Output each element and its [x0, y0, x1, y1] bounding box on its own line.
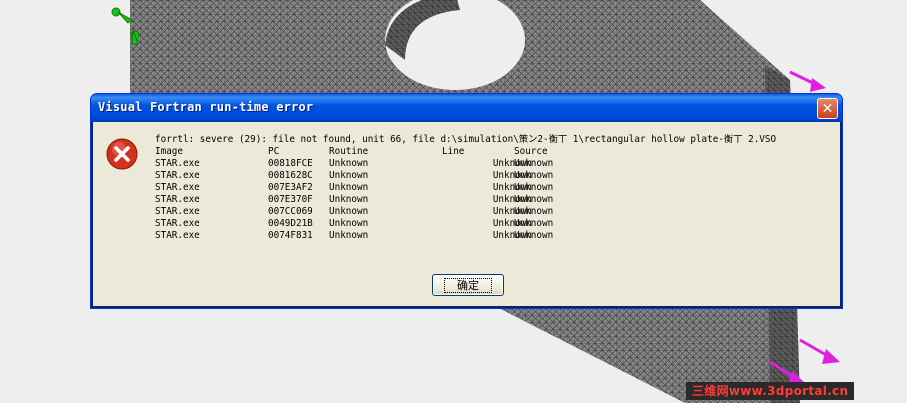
source-cell: Unknown — [514, 182, 554, 193]
runtime-error-dialog: Visual Fortran run-time error ✕ forrtl: … — [90, 93, 843, 309]
ok-button[interactable]: 确定 — [432, 274, 504, 296]
image-cell: STAR.exe — [155, 170, 200, 181]
source-cell: Unknown — [514, 194, 554, 205]
routine-cell: Unknown — [329, 206, 369, 217]
source-cell: Unknown — [514, 206, 554, 217]
image-cell: STAR.exe — [155, 206, 200, 217]
column-header: Routine — [329, 146, 369, 157]
pc-cell: 007CC069 — [268, 206, 313, 217]
routine-cell: Unknown — [329, 182, 369, 193]
table-row: STAR.exe 0049D21B Unknown Unknown Unknow… — [155, 218, 553, 230]
close-button[interactable]: ✕ — [817, 98, 838, 119]
table-header: Image PC Routine Line Source — [155, 146, 548, 158]
routine-cell: Unknown — [329, 170, 369, 181]
pc-cell: 0081628C — [268, 170, 313, 181]
routine-cell: Unknown — [329, 230, 369, 241]
table-row: STAR.exe 0081628C Unknown Unknown Unknow… — [155, 170, 553, 182]
column-header: Image — [155, 146, 183, 157]
image-cell: STAR.exe — [155, 218, 200, 229]
table-row: STAR.exe 007E370F Unknown Unknown Unknow… — [155, 194, 553, 206]
routine-cell: Unknown — [329, 158, 369, 169]
column-header: Line — [442, 146, 465, 157]
pc-cell: 0049D21B — [268, 218, 313, 229]
routine-cell: Unknown — [329, 218, 369, 229]
pc-cell: 00818FCE — [268, 158, 313, 169]
image-cell: STAR.exe — [155, 230, 200, 241]
pc-cell: 007E3AF2 — [268, 182, 313, 193]
pc-cell: 007E370F — [268, 194, 313, 205]
dialog-title: Visual Fortran run-time error — [98, 100, 314, 114]
source-cell: Unknown — [514, 230, 554, 241]
source-cell: Unknown — [514, 170, 554, 181]
ok-button-label: 确定 — [444, 277, 492, 293]
image-cell: STAR.exe — [155, 182, 200, 193]
image-cell: STAR.exe — [155, 158, 200, 169]
source-cell: Unknown — [514, 158, 554, 169]
table-row: STAR.exe 00818FCE Unknown Unknown Unknow… — [155, 158, 553, 170]
routine-cell: Unknown — [329, 194, 369, 205]
image-cell: STAR.exe — [155, 194, 200, 205]
traceback-table: Image PC Routine Line Source STAR.exe 00… — [155, 146, 553, 242]
close-icon: ✕ — [821, 100, 834, 117]
source-cell: Unknown — [514, 218, 554, 229]
column-header: Source — [514, 146, 548, 157]
site-watermark: 三维网www.3dportal.cn — [686, 382, 855, 400]
table-row: STAR.exe 0074F831 Unknown Unknown Unknow… — [155, 230, 553, 242]
table-row: STAR.exe 007E3AF2 Unknown Unknown Unknow… — [155, 182, 553, 194]
table-row: STAR.exe 007CC069 Unknown Unknown Unknow… — [155, 206, 553, 218]
column-header: PC — [268, 146, 280, 157]
error-icon — [106, 138, 138, 170]
pc-cell: 0074F831 — [268, 230, 313, 241]
dialog-title-bar[interactable]: Visual Fortran run-time error ✕ — [91, 94, 842, 122]
dialog-body: forrtl: severe (29): file not found, uni… — [94, 122, 839, 305]
error-message: forrtl: severe (29): file not found, uni… — [155, 134, 777, 145]
